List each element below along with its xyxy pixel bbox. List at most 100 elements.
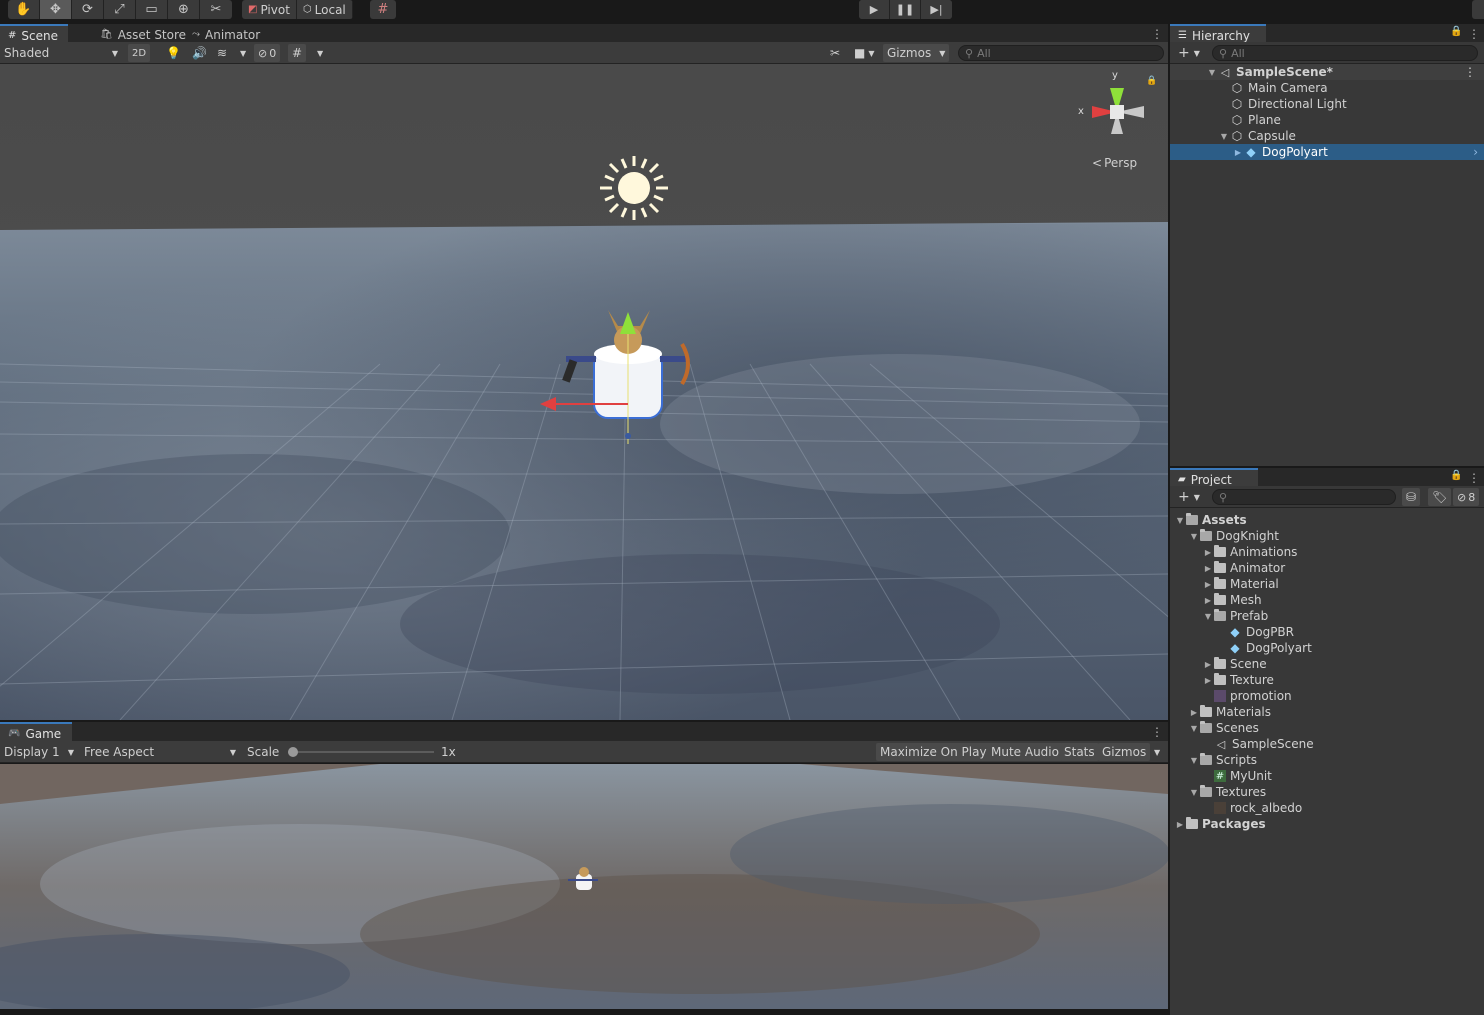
hierarchy-menu-icon[interactable]: ⋮ [1468, 27, 1480, 41]
tools-icon[interactable]: ✂ [826, 44, 844, 62]
filter-by-type-icon[interactable]: ⛁ [1402, 488, 1421, 506]
scene-orientation-gizmo[interactable]: y x < Persp [1072, 70, 1162, 180]
tab-game[interactable]: 🎮 Game [0, 722, 72, 743]
project-item-assets[interactable]: ▼ Assets [1170, 512, 1484, 528]
game-menu-icon[interactable]: ⋮ [1151, 725, 1163, 739]
toolbar-overflow[interactable] [1472, 0, 1484, 19]
expand-arrow-icon[interactable]: ▼ [1188, 788, 1200, 797]
effects-dropdown-icon[interactable]: ▼ [236, 44, 250, 62]
collapse-arrow-icon[interactable]: ▶ [1202, 548, 1214, 557]
collapse-arrow-icon[interactable]: ▶ [1202, 580, 1214, 589]
maximize-on-play-toggle[interactable]: Maximize On Play [876, 743, 991, 761]
project-item-texture[interactable]: ▶ Texture [1170, 672, 1484, 688]
collapse-arrow-icon[interactable]: ▶ [1202, 564, 1214, 573]
project-item-prefab[interactable]: ▼ Prefab [1170, 608, 1484, 624]
pause-button[interactable]: ❚❚ [890, 0, 921, 19]
hierarchy-item-directional-light[interactable]: ⬡ Directional Light [1170, 96, 1484, 112]
project-item-scene[interactable]: ▶ Scene [1170, 656, 1484, 672]
project-create-button[interactable]: + ▼ [1174, 488, 1204, 506]
game-viewport[interactable] [0, 764, 1168, 1009]
collapse-arrow-icon[interactable]: ▶ [1202, 596, 1214, 605]
expand-arrow-icon[interactable]: ▼ [1188, 756, 1200, 765]
custom-tool-icon[interactable]: ✂ [200, 0, 232, 19]
effects-toggle-icon[interactable]: ≋ [213, 44, 231, 62]
scale-slider[interactable] [288, 747, 434, 757]
project-item-dogpolyart[interactable]: ◆ DogPolyart [1170, 640, 1484, 656]
expand-arrow-icon[interactable]: ▼ [1174, 516, 1186, 525]
project-item-materials[interactable]: ▶ Materials [1170, 704, 1484, 720]
project-item-mesh[interactable]: ▶ Mesh [1170, 592, 1484, 608]
collapse-arrow-icon[interactable]: ▶ [1202, 676, 1214, 685]
project-item-material[interactable]: ▶ Material [1170, 576, 1484, 592]
collapse-arrow-icon[interactable]: ▶ [1232, 148, 1244, 157]
scene-viewport[interactable]: y x < Persp 🔒 [0, 64, 1168, 720]
scale-tool-icon[interactable]: ⤢ [104, 0, 136, 19]
project-item-dogpbr[interactable]: ◆ DogPBR [1170, 624, 1484, 640]
transform-tool-icon[interactable]: ⊕ [168, 0, 200, 19]
camera-dropdown[interactable]: ■ ▼ [850, 44, 879, 62]
expand-arrow-icon[interactable]: ▼ [1188, 724, 1200, 733]
project-item-scripts[interactable]: ▼ Scripts [1170, 752, 1484, 768]
project-item-packages[interactable]: ▶ Packages [1170, 816, 1484, 832]
scale-slider-thumb[interactable] [288, 747, 298, 757]
local-toggle[interactable]: ⬡ Local [297, 0, 353, 19]
game-gizmos-toggle[interactable]: Gizmos [1098, 743, 1151, 761]
gizmo-lock-icon[interactable]: 🔒 [1146, 76, 1157, 86]
collapse-arrow-icon[interactable]: ▶ [1202, 660, 1214, 669]
play-button[interactable]: ▶ [859, 0, 890, 19]
filter-by-label-icon[interactable]: 🏷 [1428, 488, 1452, 506]
directional-light-gizmo[interactable] [600, 156, 668, 220]
expand-arrow-icon[interactable]: ▼ [1188, 532, 1200, 541]
hierarchy-item-samplescene[interactable]: ▼ ◁ SampleScene* ⋮ [1170, 64, 1484, 80]
collapse-arrow-icon[interactable]: ▶ [1174, 820, 1186, 829]
project-item-textures[interactable]: ▼ Textures [1170, 784, 1484, 800]
move-tool-icon[interactable]: ✥ [40, 0, 72, 19]
hierarchy-item-dogpolyart[interactable]: ▶ ◆ DogPolyart › [1170, 144, 1484, 160]
hierarchy-lock-icon[interactable]: 🔒 [1450, 26, 1462, 37]
project-item-dogknight[interactable]: ▼ DogKnight [1170, 528, 1484, 544]
project-item-rock-albedo[interactable]: rock_albedo [1170, 800, 1484, 816]
project-item-myunit[interactable]: # MyUnit [1170, 768, 1484, 784]
project-item-animator[interactable]: ▶ Animator [1170, 560, 1484, 576]
display-dropdown[interactable]: Display 1 ▼ [0, 743, 78, 761]
expand-arrow-icon[interactable]: ▼ [1202, 612, 1214, 621]
project-lock-icon[interactable]: 🔒 [1450, 470, 1462, 481]
project-menu-icon[interactable]: ⋮ [1468, 471, 1480, 485]
hierarchy-item-capsule[interactable]: ▼ ⬡ Capsule [1170, 128, 1484, 144]
step-button[interactable]: ▶| [921, 0, 952, 19]
project-item-scenes[interactable]: ▼ Scenes [1170, 720, 1484, 736]
scene-options-icon[interactable]: ⋮ [1464, 65, 1476, 79]
scene-menu-icon[interactable]: ⋮ [1151, 27, 1163, 41]
hierarchy-search-input[interactable]: ⚲ All [1212, 45, 1478, 61]
grid-snap-icon[interactable]: # [370, 0, 396, 19]
hierarchy-create-button[interactable]: + ▼ [1174, 44, 1204, 62]
expand-arrow-icon[interactable]: ▼ [1218, 132, 1230, 141]
hidden-objects-toggle[interactable]: ⊘ 0 [254, 44, 281, 62]
gizmos-dropdown[interactable]: Gizmos ▼ [883, 44, 950, 62]
hand-tool-icon[interactable]: ✋ [8, 0, 40, 19]
project-item-animations[interactable]: ▶ Animations [1170, 544, 1484, 560]
audio-toggle-icon[interactable]: 🔊 [188, 44, 211, 62]
grid-dropdown-icon[interactable]: ▼ [313, 44, 327, 62]
open-prefab-icon[interactable]: › [1473, 145, 1478, 159]
project-search-input[interactable]: ⚲ [1212, 489, 1396, 505]
scene-search-input[interactable]: ⚲ All [958, 45, 1164, 61]
shading-mode-dropdown[interactable]: Shaded ▼ [0, 44, 122, 62]
aspect-dropdown[interactable]: Free Aspect ▼ [80, 743, 240, 761]
project-item-samplescene[interactable]: ◁ SampleScene [1170, 736, 1484, 752]
hidden-packages-toggle[interactable]: ⊘ 8 [1453, 488, 1480, 506]
pivot-toggle[interactable]: ◩ Pivot [242, 0, 297, 19]
game-gizmos-chevron-icon[interactable]: ▼ [1150, 743, 1164, 761]
projection-toggle[interactable]: < Persp [1092, 156, 1137, 170]
hierarchy-item-main-camera[interactable]: ⬡ Main Camera [1170, 80, 1484, 96]
project-item-promotion[interactable]: promotion [1170, 688, 1484, 704]
expand-arrow-icon[interactable]: ▼ [1206, 68, 1218, 77]
hierarchy-item-plane[interactable]: ⬡ Plane [1170, 112, 1484, 128]
lighting-toggle-icon[interactable]: 💡 [162, 44, 185, 62]
stats-toggle[interactable]: Stats [1060, 743, 1099, 761]
mute-audio-toggle[interactable]: Mute Audio [987, 743, 1063, 761]
grid-toggle-icon[interactable]: # [288, 44, 307, 62]
toggle-2d-button[interactable]: 2D [128, 44, 151, 62]
rotate-tool-icon[interactable]: ⟳ [72, 0, 104, 19]
rect-tool-icon[interactable]: ▭ [136, 0, 168, 19]
